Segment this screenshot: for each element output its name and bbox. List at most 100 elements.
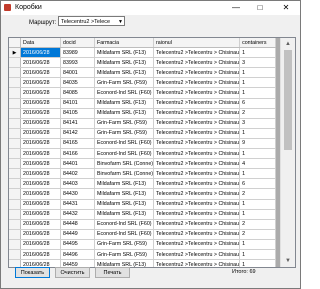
grid-cell[interactable]: Telecentru2 >Telecentru > Chisinau [153,199,241,210]
grid-cell[interactable]: 84403 [60,178,95,190]
grid-cell[interactable]: 84105 [60,108,95,119]
grid-cell[interactable]: 1 [239,128,277,139]
grid-cell[interactable]: Telecentru2 >Telecentru > Chisinau [153,148,241,160]
grid-cell[interactable]: Telecentru2 >Telecentru > Chisinau [153,98,241,109]
table-row[interactable]: 2016/06/28 84141 Grin-Farm SRL (F59) Telece… [9,118,277,129]
grid-cell[interactable]: 6 [239,98,277,109]
grid-cell[interactable]: 1 [239,148,277,160]
column-header-raionul[interactable]: raionul [153,38,241,49]
column-header-farmacia[interactable]: Farmacia [94,38,155,49]
column-header-containers[interactable]: containers [239,38,277,49]
grid-cell[interactable]: 2016/06/28 [20,229,61,240]
scroll-thumb[interactable] [284,50,292,150]
grid-cell[interactable]: 1 [239,67,277,79]
grid-cell[interactable]: 1 [239,249,277,261]
grid-cell[interactable]: Telecentru2 >Telecentru > Chisinau [153,128,241,139]
row-header[interactable] [9,178,21,190]
grid-cell[interactable]: Telecentru2 >Telecentru > Chisinau [153,188,241,200]
maximize-button[interactable]: □ [249,2,271,14]
grid-cell[interactable]: 2016/06/28 [20,168,61,180]
row-header[interactable] [9,118,21,129]
table-row[interactable]: 2016/06/28 84430 Mildafarm SRL (F13) Telece… [9,188,277,200]
grid-cell[interactable]: Telecentru2 >Telecentru > Chisinau [153,239,241,250]
grid-cell[interactable]: 2016/06/28 [20,87,61,99]
scroll-up-icon[interactable]: ▲ [281,38,295,50]
grid-cell[interactable]: 84166 [60,148,95,160]
grid-cell[interactable]: 2016/06/28 [20,178,61,190]
table-row[interactable]: 2016/06/28 84495 Grin-Farm SRL (F59) Telece… [9,239,277,250]
grid-cell[interactable]: Telecentru2 >Telecentru > Chisinau [153,209,241,220]
grid-cell[interactable]: Grin-Farm SRL (F59) [94,77,155,89]
grid-cell[interactable]: Mildafarm SRL (F13) [94,178,155,190]
column-header-data[interactable]: Data [20,38,61,49]
grid-cell[interactable]: 1 [239,209,277,220]
grid-cell[interactable]: Telecentru2 >Telecentru > Chisinau [153,57,241,69]
grid-cell[interactable]: 2016/06/28 [20,128,61,139]
chevron-down-icon[interactable]: ▼ [118,17,123,25]
grid-cell[interactable]: Telecentru2 >Telecentru > Chisinau [153,118,241,129]
row-header[interactable] [9,168,21,180]
grid-cell[interactable]: 2016/06/28 [20,57,61,69]
route-select[interactable]: Telecentru2 >Telece ▼ [58,16,125,26]
grid-cell[interactable]: 2016/06/28 [20,98,61,109]
table-row[interactable]: 2016/06/28 84035 Grin-Farm SRL (F59) Telece… [9,77,277,89]
grid-cell[interactable]: Telecentru2 >Telecentru > Chisinau [153,67,241,79]
row-header[interactable] [9,67,21,79]
table-row[interactable]: 2016/06/28 84001 Mildafarm SRL (F13) Telece… [9,67,277,79]
table-row[interactable]: 2016/06/28 84166 Econord-Ind SRL (F60) Tele… [9,148,277,160]
grid-cell[interactable]: 1 [239,259,277,267]
grid-cell[interactable]: 84035 [60,77,95,89]
grid-cell[interactable]: Grin-Farm SRL (F59) [94,249,155,261]
grid-cell[interactable]: 1 [239,77,277,89]
grid-cell[interactable]: 2016/06/28 [20,47,61,59]
grid-cell[interactable]: Telecentru2 >Telecentru > Chisinau [153,219,241,230]
grid-cell[interactable]: 84401 [60,158,95,170]
grid-cell[interactable]: Mildafarm SRL (F13) [94,199,155,210]
grid-cell[interactable]: 2 [239,219,277,230]
grid-cell[interactable]: Telecentru2 >Telecentru > Chisinau [153,108,241,119]
data-grid[interactable]: Data docid Farmacia raionul containers ▶… [8,37,296,268]
grid-cell[interactable]: Mildafarm SRL (F13) [94,67,155,79]
row-header[interactable] [9,98,21,109]
grid-cell[interactable]: 84085 [60,87,95,99]
grid-cell[interactable]: Telecentru2 >Telecentru > Chisinau [153,229,241,240]
grid-cell[interactable]: 84402 [60,168,95,180]
row-header[interactable] [9,148,21,160]
grid-cell[interactable]: 84496 [60,249,95,261]
show-button[interactable]: Показать [15,267,50,278]
grid-cell[interactable]: 1 [239,87,277,99]
grid-cell[interactable]: 2016/06/28 [20,77,61,89]
grid-cell[interactable]: 2016/06/28 [20,188,61,200]
grid-cell[interactable]: 1 [239,168,277,180]
grid-cell[interactable]: Mildafarm SRL (F13) [94,47,155,59]
grid-cell[interactable]: 84448 [60,219,95,230]
table-row[interactable]: 2016/06/28 84105 Mildafarm SRL (F13) Telece… [9,108,277,119]
grid-cell[interactable]: Telecentru2 >Telecentru > Chisinau [153,249,241,261]
row-header[interactable] [9,199,21,210]
row-header[interactable] [9,108,21,119]
grid-cell[interactable]: Grin-Farm SRL (F59) [94,239,155,250]
row-header[interactable] [9,239,21,250]
grid-cell[interactable]: 2016/06/28 [20,148,61,160]
minimize-button[interactable]: — [225,2,247,14]
grid-cell[interactable]: 2 [239,229,277,240]
grid-cell[interactable]: 84431 [60,199,95,210]
grid-cell[interactable]: 2016/06/28 [20,138,61,150]
clear-button[interactable]: Очистить [55,267,90,278]
row-header[interactable] [9,188,21,200]
table-row[interactable]: 2016/06/28 84101 Mildafarm SRL (F13) Telece… [9,98,277,109]
grid-cell[interactable]: Telecentru2 >Telecentru > Chisinau [153,77,241,89]
grid-cell[interactable]: 1 [239,199,277,210]
row-header[interactable] [9,229,21,240]
grid-cell[interactable]: 3 [239,57,277,69]
grid-cell[interactable]: 2016/06/28 [20,118,61,129]
row-header[interactable] [9,138,21,150]
row-header[interactable] [9,249,21,261]
grid-cell[interactable]: 2016/06/28 [20,67,61,79]
grid-cell[interactable]: 4 [239,158,277,170]
grid-cell[interactable]: 6 [239,178,277,190]
close-button[interactable]: ✕ [275,2,297,14]
grid-cell[interactable]: 84430 [60,188,95,200]
row-header[interactable] [9,209,21,220]
grid-cell[interactable]: 2 [239,188,277,200]
